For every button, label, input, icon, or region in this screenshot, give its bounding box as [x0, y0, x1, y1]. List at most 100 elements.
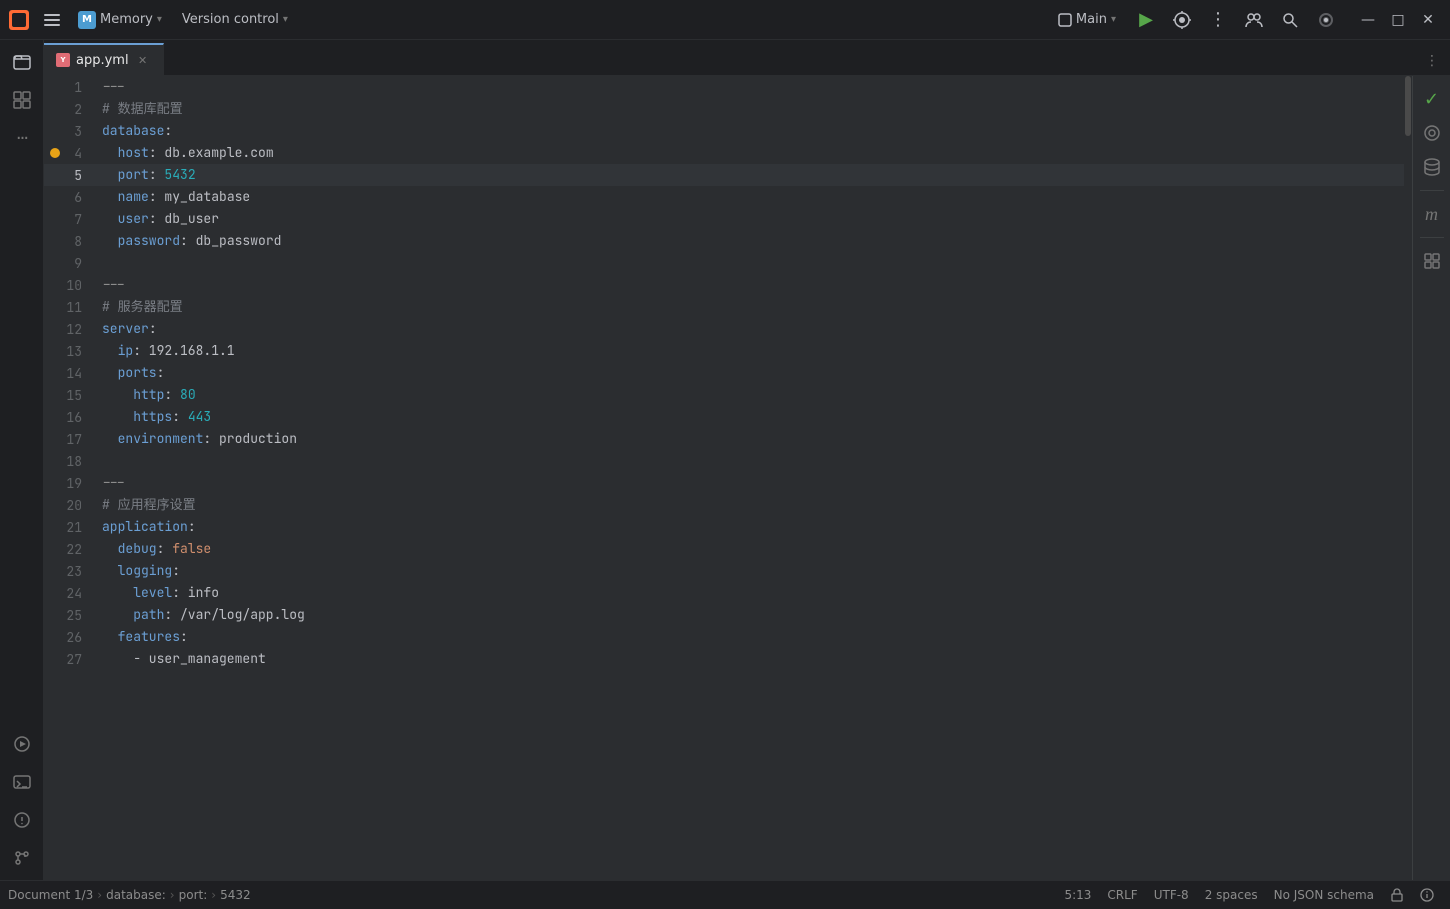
line-number: 4 [44, 142, 94, 164]
code-line[interactable]: # 服务器配置 [94, 296, 1404, 318]
version-control-label: Version control [182, 12, 279, 27]
code-line[interactable]: logging: [94, 560, 1404, 582]
close-button[interactable]: ✕ [1414, 6, 1442, 34]
run-button[interactable]: ▶ [1130, 6, 1162, 34]
line-number: 22 [44, 538, 94, 560]
sidebar-item-terminal[interactable] [4, 764, 40, 800]
hamburger-menu-button[interactable] [38, 6, 66, 34]
editor-area: Y app.yml ✕ ⋮ 12345678910111213141516171… [44, 40, 1450, 880]
main-layout: ··· [0, 40, 1450, 880]
debug-button[interactable] [1166, 6, 1198, 34]
code-line[interactable]: path: /var/log/app.log [94, 604, 1404, 626]
search-button[interactable] [1274, 6, 1306, 34]
tab-filename: app.yml [76, 53, 129, 68]
line-number: 24 [44, 582, 94, 604]
line-number: 17 [44, 428, 94, 450]
code-line[interactable]: application: [94, 516, 1404, 538]
breakpoint-dot[interactable] [50, 148, 60, 158]
tab-bar: Y app.yml ✕ ⋮ [44, 40, 1450, 76]
terminal-icon [13, 773, 31, 791]
code-line[interactable]: # 数据库配置 [94, 98, 1404, 120]
code-line[interactable]: features: [94, 626, 1404, 648]
main-branch-label: Main [1076, 12, 1107, 27]
sidebar-item-more[interactable]: ··· [4, 120, 40, 156]
project-icon: M [78, 11, 96, 29]
editor-options-button[interactable]: ⋮ [1418, 47, 1446, 75]
code-line[interactable]: database: [94, 120, 1404, 142]
main-branch-selector[interactable]: Main ▾ [1048, 9, 1126, 30]
line-number: 1 [44, 76, 94, 98]
code-line[interactable]: password: db_password [94, 230, 1404, 252]
code-line[interactable]: level: info [94, 582, 1404, 604]
code-line[interactable]: # 应用程序设置 [94, 494, 1404, 516]
project-chevron-icon: ▾ [157, 14, 162, 25]
project-selector[interactable]: M Memory ▾ [70, 8, 170, 32]
code-line[interactable]: name: my_database [94, 186, 1404, 208]
code-line[interactable]: --- [94, 76, 1404, 98]
scrollbar-thumb[interactable] [1405, 76, 1411, 136]
code-line[interactable]: debug: false [94, 538, 1404, 560]
lock-button[interactable] [1382, 881, 1412, 909]
settings-icon [1318, 12, 1334, 28]
breadcrumb-sep-2: › [170, 888, 175, 902]
position-indicator[interactable]: 5:13 [1056, 881, 1099, 909]
checkmark-button[interactable]: ✓ [1417, 84, 1447, 114]
maximize-button[interactable]: □ [1384, 6, 1412, 34]
tab-app-yml[interactable]: Y app.yml ✕ [44, 43, 164, 75]
database-button[interactable] [1417, 152, 1447, 182]
settings-button[interactable] [1310, 6, 1342, 34]
titlebar: M Memory ▾ Version control ▾ Main ▾ ▶ ⋮ [0, 0, 1450, 40]
code-line[interactable]: http: 80 [94, 384, 1404, 406]
collab-icon [1245, 11, 1263, 29]
app-logo [8, 9, 30, 31]
code-line[interactable]: host: db.example.com [94, 142, 1404, 164]
line-number: 27 [44, 648, 94, 670]
breadcrumb-port: port: [179, 888, 208, 902]
code-line[interactable]: --- [94, 274, 1404, 296]
code-line[interactable]: environment: production [94, 428, 1404, 450]
collab-button[interactable] [1238, 6, 1270, 34]
code-editor[interactable]: ---# 数据库配置database: host: db.example.com… [94, 76, 1404, 880]
line-number: 20 [44, 494, 94, 516]
editor-content: 1234567891011121314151617181920212223242… [44, 76, 1450, 880]
tab-close-button[interactable]: ✕ [135, 52, 151, 68]
code-line[interactable]: ip: 192.168.1.1 [94, 340, 1404, 362]
more-options-button[interactable]: ⋮ [1202, 6, 1234, 34]
sidebar-item-git[interactable] [4, 840, 40, 876]
sidebar-item-run[interactable] [4, 726, 40, 762]
breadcrumb-sep-1: › [97, 888, 102, 902]
sidebar-item-files[interactable] [4, 44, 40, 80]
breadcrumb-doc: Document 1/3 [8, 888, 93, 902]
breadcrumb-database: database: [106, 888, 166, 902]
code-line[interactable]: ports: [94, 362, 1404, 384]
code-line[interactable]: port: 5432 [94, 164, 1404, 186]
line-ending: CRLF [1107, 888, 1137, 902]
line-ending-selector[interactable]: CRLF [1099, 881, 1145, 909]
more-icon: ⋮ [1209, 9, 1227, 30]
code-line[interactable]: user: db_user [94, 208, 1404, 230]
sidebar-item-structure[interactable] [4, 82, 40, 118]
minimize-button[interactable]: — [1354, 6, 1382, 34]
info-icon [1420, 888, 1434, 902]
vc-chevron-icon: ▾ [283, 14, 288, 25]
ai-assistant-button[interactable] [1417, 118, 1447, 148]
scrollbar[interactable] [1404, 76, 1412, 880]
line-number: 13 [44, 340, 94, 362]
code-line[interactable] [94, 252, 1404, 274]
left-sidebar: ··· [0, 40, 44, 880]
sidebar-item-problems[interactable] [4, 802, 40, 838]
indent-selector[interactable]: 2 spaces [1197, 881, 1266, 909]
breadcrumb: Document 1/3 › database: › port: › 5432 [8, 888, 251, 902]
code-line[interactable] [94, 450, 1404, 472]
schema-selector[interactable]: No JSON schema [1266, 881, 1382, 909]
code-line[interactable]: https: 443 [94, 406, 1404, 428]
info-button[interactable] [1412, 881, 1442, 909]
m-icon-button[interactable]: m [1417, 199, 1447, 229]
version-control-selector[interactable]: Version control ▾ [174, 9, 296, 30]
code-line[interactable]: - user_management [94, 648, 1404, 670]
structure-view-button[interactable] [1417, 246, 1447, 276]
code-line[interactable]: --- [94, 472, 1404, 494]
code-line[interactable]: server: [94, 318, 1404, 340]
folder-icon [12, 52, 32, 72]
encoding-selector[interactable]: UTF-8 [1146, 881, 1197, 909]
